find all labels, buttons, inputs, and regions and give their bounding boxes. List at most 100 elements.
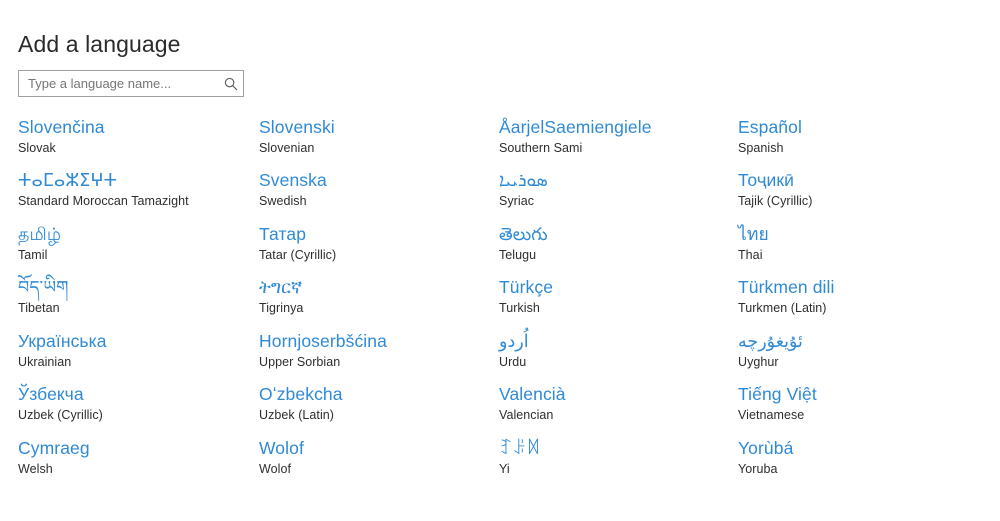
- language-english-name: Tamil: [18, 247, 48, 262]
- language-item[interactable]: Ўзбекча Uzbek (Cyrillic): [0, 383, 241, 437]
- language-english-name: Slovenian: [259, 140, 315, 155]
- language-english-name: Uzbek (Latin): [259, 408, 334, 422]
- search-input[interactable]: [19, 71, 219, 96]
- language-native-name: Türkçe: [499, 277, 554, 297]
- language-row: Українська Ukrainian Hornjoserbšćina Upp…: [0, 330, 1000, 384]
- language-native-name: ไทย: [738, 223, 769, 244]
- language-item[interactable]: Slovenski Slovenian: [241, 116, 485, 170]
- language-grid[interactable]: Setswana Setswana Sindhi (Arabic) Sindhi…: [0, 96, 1000, 521]
- language-english-name: Urdu: [499, 354, 527, 369]
- language-english-name: Standard Moroccan Tamazight: [18, 194, 189, 208]
- language-english-name: Uzbek (Cyrillic): [18, 408, 103, 422]
- language-english-name: Spanish: [738, 140, 784, 155]
- language-row: ⵜⴰⵎⴰⵣⵉⵖⵜ Standard Moroccan Tamazight Sve…: [0, 169, 1000, 223]
- search-icon[interactable]: [219, 71, 243, 96]
- language-english-name: Swedish: [259, 194, 307, 208]
- language-native-name: ⵜⴰⵎⴰⵣⵉⵖⵜ: [18, 170, 118, 190]
- language-item[interactable]: Tiếng Việt Vietnamese: [726, 383, 1000, 437]
- language-english-name: Tajik (Cyrillic): [738, 194, 813, 208]
- language-english-name: Thai: [738, 247, 763, 262]
- language-item[interactable]: ⵜⴰⵎⴰⵣⵉⵖⵜ Standard Moroccan Tamazight: [0, 169, 241, 223]
- page-title: Add a language: [18, 31, 181, 58]
- language-english-name: Tibetan: [18, 301, 60, 315]
- language-english-name: Slovak: [18, 140, 56, 155]
- language-item[interactable]: Setswana Setswana: [0, 96, 241, 116]
- language-native-name: اُردو: [499, 330, 529, 351]
- language-english-name: Yoruba: [738, 461, 778, 476]
- language-native-name: Wolof: [259, 437, 304, 458]
- language-native-name: Valencià: [499, 384, 566, 404]
- language-item[interactable]: ትግርኛ Tigrinya: [241, 276, 485, 330]
- language-row: Cymraeg Welsh Wolof Wolof ꆈꌠꉙ Yi Yorùbá …: [0, 437, 1000, 491]
- search-box[interactable]: [18, 70, 244, 97]
- language-native-name: Yorùbá: [738, 437, 794, 458]
- language-native-name: Slovenski: [259, 116, 335, 137]
- language-item[interactable]: Cymraeg Welsh: [0, 437, 241, 491]
- language-item[interactable]: Valencià Valencian: [485, 383, 726, 437]
- language-native-name: ꆈꌠꉙ: [499, 437, 541, 458]
- language-item[interactable]: Sinhala Sinhala: [485, 96, 726, 116]
- language-english-name: Yi: [499, 461, 510, 476]
- language-item[interactable]: Slovenčina Slovak: [0, 116, 241, 170]
- language-item[interactable]: ئۇيغۇرچە Uyghur: [726, 330, 1000, 384]
- language-native-name: Cymraeg: [18, 437, 90, 458]
- language-english-name: Telugu: [499, 247, 537, 262]
- language-item[interactable]: ÅarjelSaemiengiele Southern Sami: [485, 116, 726, 170]
- language-row: தமிழ் Tamil Татар Tatar (Cyrillic) తెలుగ…: [0, 223, 1000, 277]
- language-native-name: தமிழ்: [18, 223, 62, 244]
- language-english-name: Syriac: [499, 194, 535, 208]
- language-item[interactable]: Hornjoserbšćina Upper Sorbian: [241, 330, 485, 384]
- language-english-name: Valencian: [499, 408, 554, 422]
- language-english-name: Southern Sami: [499, 140, 583, 155]
- language-item[interactable]: Sindhi (Arabic) Sindhi (Arabic): [241, 96, 485, 116]
- language-row: Slovenčina Slovak Slovenski Slovenian Åa…: [0, 116, 1000, 170]
- language-english-name: Upper Sorbian: [259, 354, 341, 369]
- language-english-name: Vietnamese: [738, 408, 805, 422]
- language-row: Ўзбекча Uzbek (Cyrillic) Oʻzbekcha Uzbek…: [0, 383, 1000, 437]
- language-row: Setswana Setswana Sindhi (Arabic) Sindhi…: [0, 96, 1000, 116]
- language-english-name: Uyghur: [738, 354, 779, 369]
- language-english-name: Tatar (Cyrillic): [259, 247, 337, 262]
- language-item[interactable]: Тоҷикӣ Tajik (Cyrillic): [726, 169, 1000, 223]
- language-item[interactable]: Українська Ukrainian: [0, 330, 241, 384]
- language-native-name: Tiếng Việt: [738, 384, 817, 404]
- language-item[interactable]: Español Spanish: [726, 116, 1000, 170]
- language-item[interactable]: தமிழ் Tamil: [0, 223, 241, 277]
- language-item[interactable]: བོད་ཡིག Tibetan: [0, 276, 241, 330]
- language-grid-inner: Setswana Setswana Sindhi (Arabic) Sindhi…: [0, 96, 1000, 490]
- language-item[interactable]: Svenska Swedish: [241, 169, 485, 223]
- language-item[interactable]: ꆈꌠꉙ Yi: [485, 437, 726, 491]
- language-native-name: Türkmen dili: [738, 277, 835, 297]
- language-native-name: ئۇيغۇرچە: [738, 330, 803, 351]
- language-item[interactable]: Skolt Sami Skolt Sami: [726, 96, 1000, 116]
- language-item[interactable]: Yorùbá Yoruba: [726, 437, 1000, 491]
- language-item[interactable]: ܣܘܪܝܝܐ Syriac: [485, 169, 726, 223]
- language-native-name: Ўзбекча: [18, 384, 84, 404]
- language-item[interactable]: اُردو Urdu: [485, 330, 726, 384]
- language-native-name: Тоҷикӣ: [738, 170, 794, 190]
- language-native-name: ܣܘܪܝܝܐ: [499, 170, 548, 190]
- language-item[interactable]: Türkçe Turkish: [485, 276, 726, 330]
- language-english-name: Ukrainian: [18, 354, 72, 369]
- language-english-name: Turkish: [499, 301, 540, 315]
- language-native-name: Татар: [259, 223, 307, 244]
- language-row: བོད་ཡིག Tibetan ትግርኛ Tigrinya Türkçe Tur…: [0, 276, 1000, 330]
- language-native-name: Español: [738, 116, 802, 137]
- language-native-name: Svenska: [259, 170, 327, 190]
- language-english-name: Turkmen (Latin): [738, 301, 827, 315]
- language-item[interactable]: Türkmen dili Turkmen (Latin): [726, 276, 1000, 330]
- language-item[interactable]: ไทย Thai: [726, 223, 1000, 277]
- language-item[interactable]: Wolof Wolof: [241, 437, 485, 491]
- language-native-name: Slovenčina: [18, 116, 105, 137]
- language-item[interactable]: Татар Tatar (Cyrillic): [241, 223, 485, 277]
- language-english-name: Wolof: [259, 461, 291, 476]
- language-item[interactable]: తెలుగు Telugu: [485, 223, 726, 277]
- language-item[interactable]: Oʻzbekcha Uzbek (Latin): [241, 383, 485, 437]
- language-native-name: བོད་ཡིག: [18, 277, 69, 297]
- language-native-name: ትግርኛ: [259, 277, 303, 297]
- language-english-name: Welsh: [18, 461, 53, 476]
- language-native-name: ÅarjelSaemiengiele: [499, 116, 652, 137]
- language-native-name: Українська: [18, 330, 107, 351]
- language-native-name: తెలుగు: [499, 223, 548, 244]
- language-english-name: Tigrinya: [259, 301, 304, 315]
